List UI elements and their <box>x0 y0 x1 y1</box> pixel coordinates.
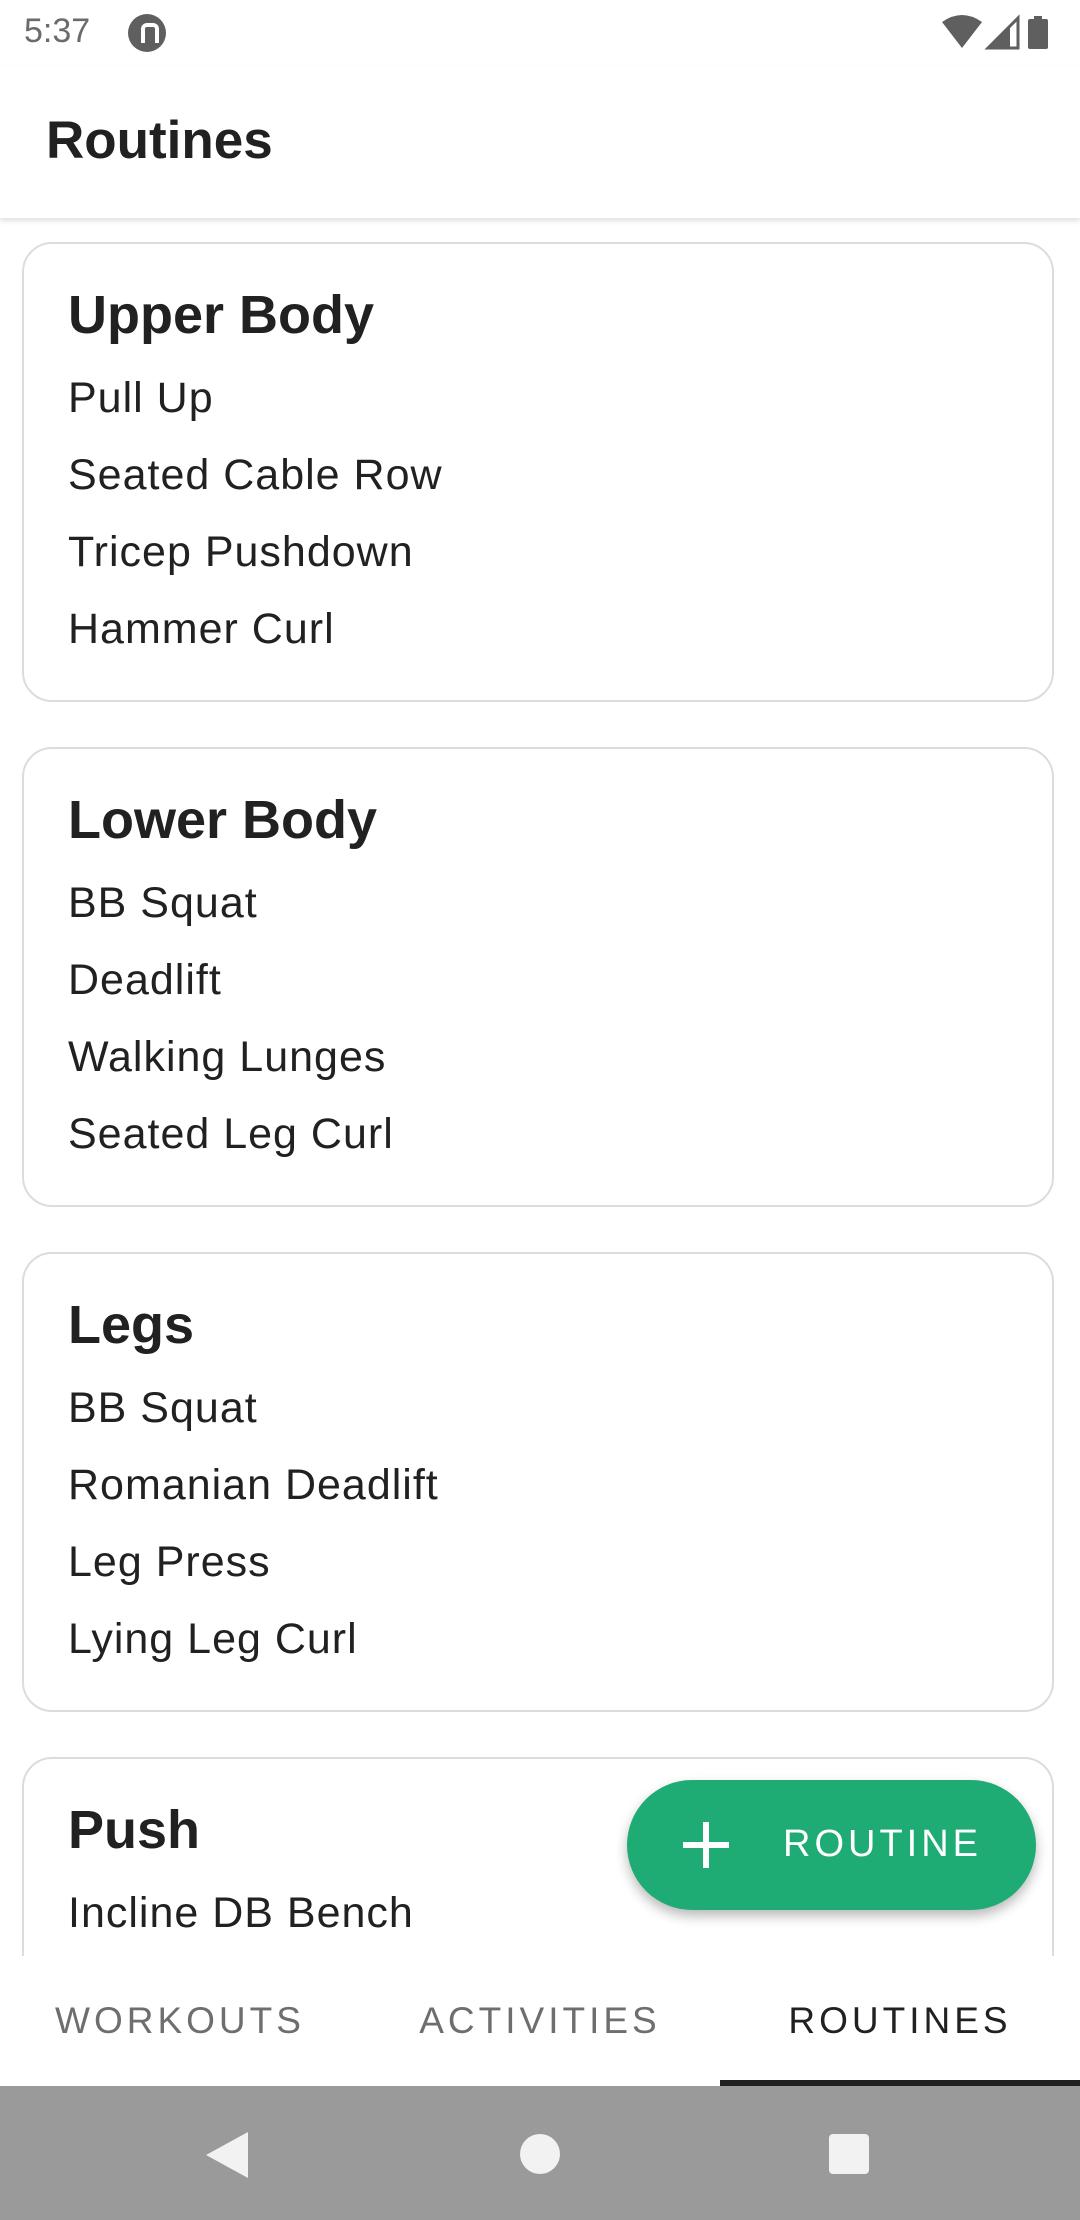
exercise-item: Romanian Deadlift <box>68 1461 439 1509</box>
tab-bar: WORKOUTS ACTIVITIES ROUTINES <box>0 1956 1080 2086</box>
add-routine-button[interactable]: ROUTINE <box>627 1780 1036 1910</box>
exercise-item: Incline DB Bench <box>68 1889 414 1937</box>
exercise-item: BB Squat <box>68 1384 258 1432</box>
exercise-item: Seated Leg Curl <box>68 1110 394 1158</box>
routine-title: Upper Body <box>68 285 375 345</box>
home-icon[interactable] <box>520 2134 560 2174</box>
tab-activities[interactable]: ACTIVITIES <box>360 1956 720 2086</box>
exercise-item: Tricep Pushdown <box>68 528 414 576</box>
battery-icon <box>1028 16 1048 49</box>
status-time: 5:37 <box>24 12 91 50</box>
tab-routines[interactable]: ROUTINES <box>720 1956 1080 2086</box>
system-nav-bar <box>0 2086 1080 2220</box>
routine-title: Push <box>68 1800 201 1860</box>
exercise-item: Lying Leg Curl <box>68 1615 358 1663</box>
tab-workouts[interactable]: WORKOUTS <box>0 1956 360 2086</box>
routine-title: Legs <box>68 1295 195 1355</box>
exercise-item: Walking Lunges <box>68 1033 387 1081</box>
status-icons <box>940 14 1060 54</box>
plus-icon <box>683 1822 729 1868</box>
routine-title: Lower Body <box>68 790 378 850</box>
wifi-icon <box>942 15 982 48</box>
exercise-item: Deadlift <box>68 956 222 1004</box>
status-bar: 5:37 <box>0 0 1080 66</box>
exercise-item: BB Squat <box>68 879 258 927</box>
exercise-item: Seated Cable Row <box>68 451 443 499</box>
back-icon[interactable] <box>204 2130 250 2180</box>
routine-card-legs[interactable]: Legs BB Squat Romanian Deadlift Leg Pres… <box>22 1252 1054 1712</box>
page-title: Routines <box>46 111 273 170</box>
exercise-item: Pull Up <box>68 374 214 422</box>
routines-list[interactable]: Upper Body Pull Up Seated Cable Row Tric… <box>0 218 1080 1956</box>
exercise-item: Leg Press <box>68 1538 271 1586</box>
app-notification-icon <box>128 14 166 52</box>
exercise-item: Hammer Curl <box>68 605 335 653</box>
routine-card-upper-body[interactable]: Upper Body Pull Up Seated Cable Row Tric… <box>22 242 1054 702</box>
app-bar: Routines <box>0 66 1080 218</box>
cell-signal-icon <box>984 14 1020 50</box>
routine-card-lower-body[interactable]: Lower Body BB Squat Deadlift Walking Lun… <box>22 747 1054 1207</box>
add-routine-label: ROUTINE <box>783 1823 982 1865</box>
recents-icon[interactable] <box>829 2134 869 2174</box>
